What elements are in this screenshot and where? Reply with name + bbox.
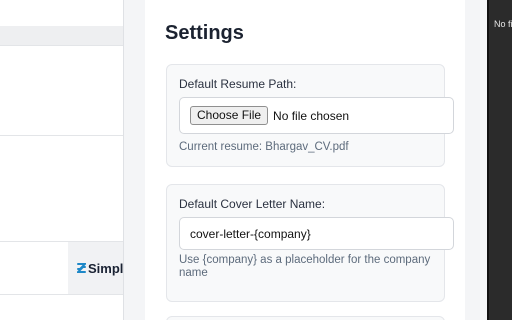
drawer-left-gutter (123, 0, 145, 320)
table-cell (0, 242, 68, 294)
simplify-logo-icon (77, 263, 86, 273)
cover-letter-name-input[interactable] (179, 217, 454, 250)
right-window-strip (487, 0, 512, 320)
divider (0, 135, 123, 136)
current-resume-text: Current resume: Bhargav_CV.pdf (179, 141, 349, 153)
company-logo-text: Simpl (88, 260, 123, 276)
screen: Simpl Settings Default Resume Path: Choo… (0, 0, 512, 320)
cover-letter-card: Default Cover Letter Name: Use {company}… (166, 184, 454, 302)
right-strip-text: No fi (494, 19, 512, 29)
company-logo-cell[interactable]: Simpl (68, 242, 123, 294)
cover-letter-label: Default Cover Letter Name: (179, 197, 326, 211)
drawer-right-gutter (465, 0, 487, 320)
window-divider (487, 0, 489, 320)
divider (0, 294, 123, 295)
choose-file-button[interactable]: Choose File (190, 106, 269, 125)
resume-path-card: Default Resume Path: Choose File No file… (166, 64, 454, 167)
file-status-text: No file chosen (273, 108, 350, 123)
next-settings-card (166, 316, 445, 320)
divider (0, 45, 123, 46)
background-page: Simpl (0, 0, 123, 320)
page-title: Settings (165, 22, 244, 44)
cover-letter-helper-text: Use {company} as a placeholder for the c… (179, 254, 431, 279)
resume-path-label: Default Resume Path: (179, 77, 297, 91)
background-toolbar (0, 26, 123, 45)
resume-file-input[interactable]: Choose File No file chosen (179, 97, 454, 134)
